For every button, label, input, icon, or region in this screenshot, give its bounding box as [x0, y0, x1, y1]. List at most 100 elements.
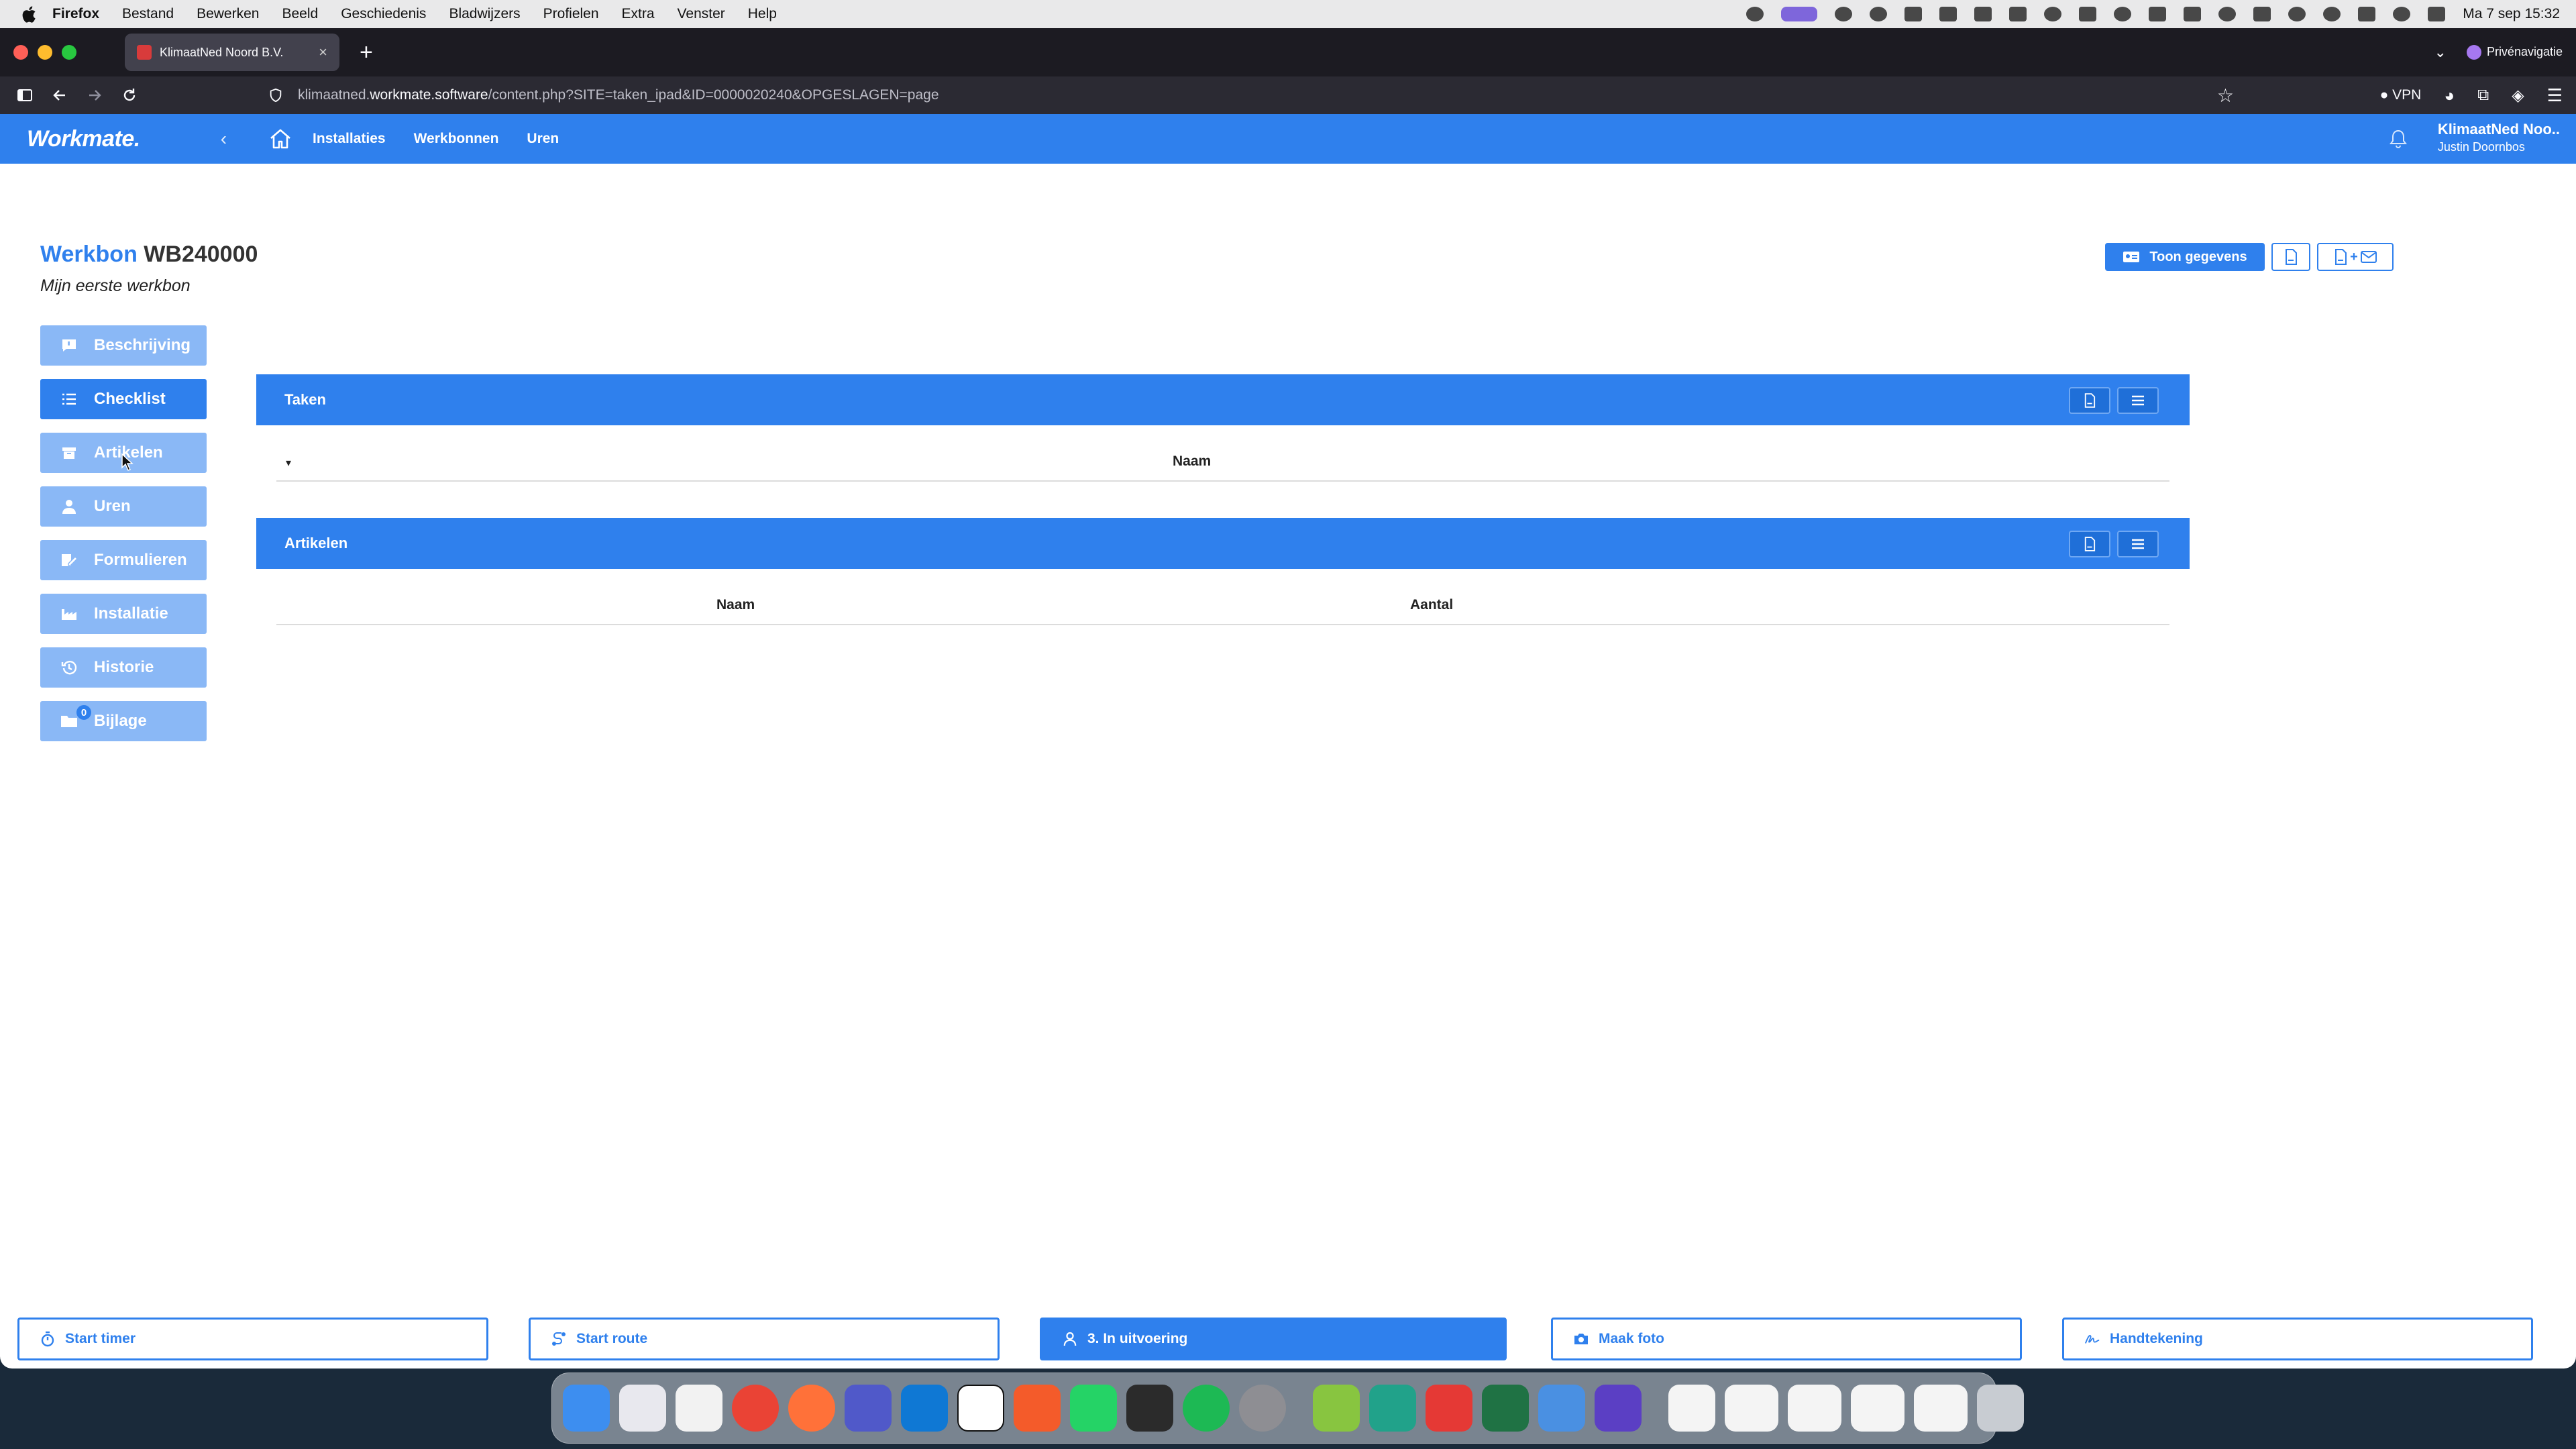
sidebar-item-installatie[interactable]: Installatie [40, 594, 207, 634]
spiral-app-icon[interactable] [1870, 7, 1888, 21]
menu-beeld[interactable]: Beeld [282, 6, 318, 22]
tracking-shield-icon[interactable] [268, 88, 283, 103]
taken-pdf-button[interactable] [2069, 387, 2110, 414]
menubar-clock[interactable]: Ma 7 sep 15:32 [2463, 6, 2560, 22]
compass-status-icon[interactable] [2218, 7, 2237, 21]
document-thumbnail-icon[interactable] [1668, 1385, 1715, 1432]
address-bar[interactable]: klimaatned. workmate.software/content.php… [268, 81, 2247, 109]
leaf-icon[interactable] [1369, 1385, 1416, 1432]
cloud-icon[interactable] [1904, 7, 1923, 21]
browser-tab[interactable]: KlimaatNed Noord B.V. × [125, 34, 339, 71]
sidebar-item-beschrijving[interactable]: Beschrijving [40, 325, 207, 366]
battery-icon[interactable] [2358, 7, 2376, 21]
menu-bewerken[interactable]: Bewerken [197, 6, 259, 22]
pdf-app-icon[interactable] [1426, 1385, 1472, 1432]
tab-list-icon[interactable]: ⌄ [2434, 44, 2447, 61]
sidebar-item-bijlage[interactable]: 0 Bijlage [40, 701, 207, 741]
pdf-mail-button[interactable]: + [2317, 243, 2394, 271]
menu-geschiedenis[interactable]: Geschiedenis [341, 6, 426, 22]
spotlight-music-icon[interactable] [1183, 1385, 1230, 1432]
launchpad-icon[interactable] [619, 1385, 666, 1432]
reminders-icon[interactable] [676, 1385, 722, 1432]
firefox-icon[interactable] [788, 1385, 835, 1432]
nav-uren[interactable]: Uren [527, 131, 559, 147]
workmate-logo[interactable]: Workmate. [27, 126, 140, 152]
spreadsheet-thumbnail-icon[interactable] [1851, 1385, 1904, 1432]
menu-profielen[interactable]: Profielen [543, 6, 599, 22]
shield-status-icon[interactable] [2044, 7, 2062, 21]
close-tab-icon[interactable]: × [319, 44, 327, 61]
artikelen-menu-button[interactable] [2117, 531, 2159, 557]
reload-icon[interactable] [119, 85, 140, 105]
bell-icon[interactable] [2390, 129, 2408, 149]
sidebar-item-formulieren[interactable]: Formulieren [40, 540, 207, 580]
sidebar-item-historie[interactable]: Historie [40, 647, 207, 688]
screen-mirror-icon[interactable] [2253, 7, 2271, 21]
teams-icon[interactable] [845, 1385, 892, 1432]
maak-foto-button[interactable]: Maak foto [1551, 1318, 2022, 1360]
back-arrow-icon[interactable] [50, 85, 70, 105]
apple-menu-icon[interactable] [19, 4, 39, 24]
account-icon[interactable]: ◕ [2444, 85, 2455, 106]
spotlight-search-icon[interactable] [2393, 7, 2411, 21]
sidebar-item-checklist[interactable]: Checklist [40, 379, 207, 419]
close-window-button[interactable] [13, 45, 28, 60]
notion-status-icon[interactable] [2079, 7, 2097, 21]
taken-col-naam[interactable]: Naam [1173, 453, 1211, 470]
flower-status-icon[interactable] [2149, 7, 2167, 21]
menu-extra[interactable]: Extra [622, 6, 655, 22]
pdf-button[interactable] [2271, 243, 2310, 271]
spreadsheet-thumbnail-icon[interactable] [1914, 1385, 1968, 1432]
hamburger-menu-icon[interactable]: ☰ [2547, 85, 2563, 106]
cloud-sync-icon[interactable] [1939, 7, 1957, 21]
toon-gegevens-button[interactable]: Toon gegevens [2105, 243, 2265, 271]
vpn-button[interactable]: ● VPN [2380, 87, 2422, 103]
spiral-icon[interactable] [1313, 1385, 1360, 1432]
menu-bladwijzers[interactable]: Bladwijzers [449, 6, 520, 22]
chrome-icon[interactable] [732, 1385, 779, 1432]
grammar-app-icon[interactable] [1595, 1385, 1642, 1432]
firefox-view-icon[interactable]: ◈ [2512, 86, 2524, 105]
artikelen-col-naam[interactable]: Naam [716, 597, 755, 613]
zoom-window-button[interactable] [62, 45, 76, 60]
outlook-icon[interactable] [901, 1385, 948, 1432]
sidebar-item-artikelen[interactable]: Artikelen [40, 433, 207, 473]
nav-werkbonnen[interactable]: Werkbonnen [414, 131, 499, 147]
wifi-icon[interactable] [2288, 7, 2306, 21]
screen-share-icon[interactable] [1781, 7, 1818, 21]
nav-installaties[interactable]: Installaties [313, 131, 386, 147]
spreadsheet-thumbnail-icon[interactable] [1725, 1385, 1778, 1432]
display-status-icon[interactable] [2184, 7, 2202, 21]
trash-icon[interactable] [1977, 1385, 2024, 1432]
bookmark-star-icon[interactable]: ☆ [2217, 85, 2234, 107]
menu-app-name[interactable]: Firefox [52, 6, 99, 22]
finder-icon[interactable] [563, 1385, 610, 1432]
start-timer-button[interactable]: Start timer [17, 1318, 488, 1360]
artikelen-pdf-button[interactable] [2069, 531, 2110, 557]
asterisk-app-icon[interactable] [1835, 7, 1853, 21]
pdf-status-icon[interactable] [2009, 7, 2027, 21]
menu-bestand[interactable]: Bestand [122, 6, 174, 22]
minimize-window-button[interactable] [38, 45, 52, 60]
new-tab-icon[interactable]: + [360, 40, 373, 66]
puzzle-icon[interactable] [1974, 7, 1992, 21]
menu-venster[interactable]: Venster [678, 6, 725, 22]
excel-icon[interactable] [1482, 1385, 1529, 1432]
status-button[interactable]: 3. In uitvoering [1040, 1318, 1507, 1360]
user-account[interactable]: KlimaatNed Noo.. Justin Doornbos [2438, 121, 2560, 154]
audio-meter-icon[interactable] [1126, 1385, 1173, 1432]
play-icon[interactable] [2323, 7, 2341, 21]
asterisk-icon[interactable] [1014, 1385, 1061, 1432]
handtekening-button[interactable]: Handtekening [2062, 1318, 2533, 1360]
extensions-icon[interactable]: ⧉ [2477, 86, 2489, 105]
system-settings-icon[interactable] [1239, 1385, 1286, 1432]
collapse-chevron-icon[interactable]: ‹ [221, 128, 227, 150]
sidebar-item-uren[interactable]: Uren [40, 486, 207, 527]
forward-arrow-icon[interactable] [85, 85, 105, 105]
sort-caret-icon[interactable]: ▾ [286, 456, 291, 470]
artikelen-col-aantal[interactable]: Aantal [1410, 597, 1453, 613]
menu-help[interactable]: Help [748, 6, 777, 22]
control-center-icon[interactable] [2428, 7, 2446, 21]
notion-icon[interactable] [957, 1385, 1004, 1432]
whatsapp-icon[interactable] [1070, 1385, 1117, 1432]
